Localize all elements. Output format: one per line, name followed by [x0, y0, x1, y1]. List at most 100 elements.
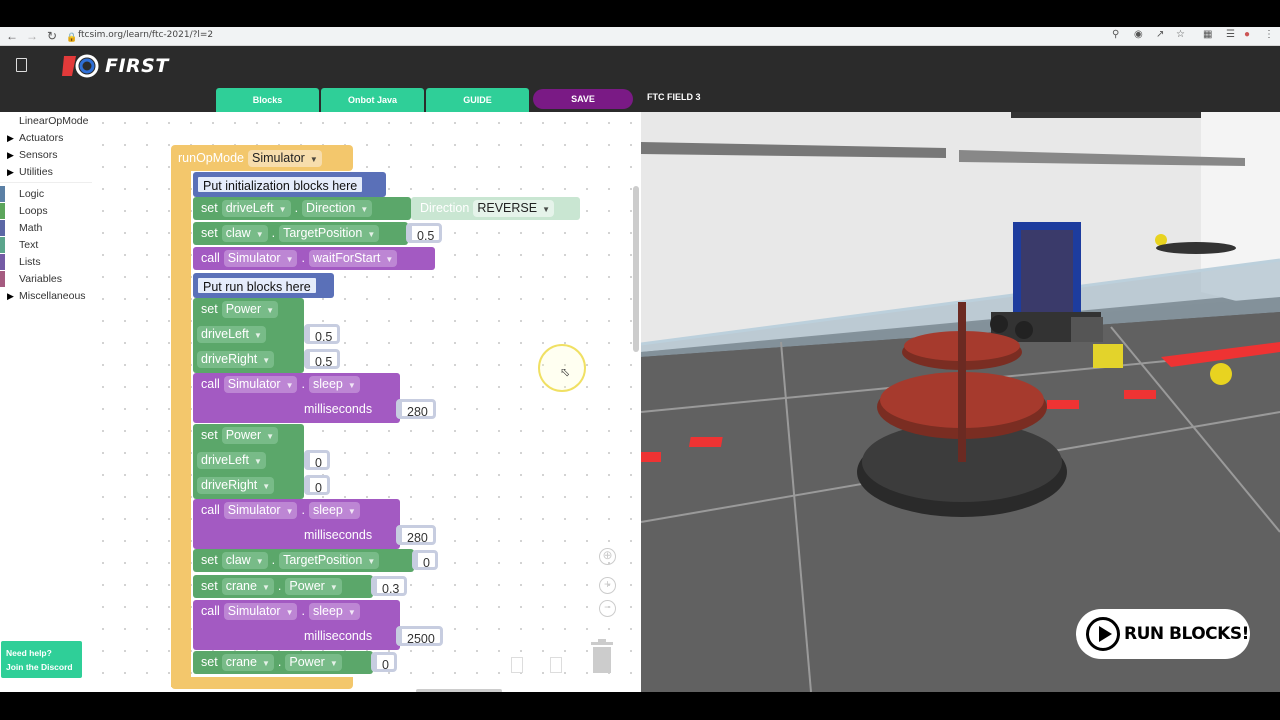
dropdown-arrow-icon: ▼ — [385, 255, 394, 264]
toolbox-category-variables[interactable]: Variables — [0, 271, 92, 287]
toolbox-category-linearopmode[interactable]: LinearOpMode — [0, 113, 92, 129]
set-crane-power-block[interactable]: set crane ▼. Power ▼ — [193, 575, 373, 598]
method-dropdown[interactable]: sleep ▼ — [308, 376, 360, 393]
property-dropdown[interactable]: Power ▼ — [221, 427, 279, 444]
toolbox-category-lists[interactable]: Lists — [0, 254, 92, 270]
set-claw-targetposition-block[interactable]: set claw ▼. TargetPosition ▼ — [193, 222, 408, 245]
call-sleep-header-1: call Simulator ▼. sleep ▼ — [193, 373, 360, 396]
workspace-vertical-scrollbar[interactable] — [633, 186, 639, 352]
run-blocks-label: RUN BLOCKS! — [1124, 624, 1249, 644]
property-dropdown[interactable]: Power ▼ — [285, 654, 342, 671]
motor-dropdown[interactable]: driveLeft ▼ — [197, 452, 266, 469]
save-button[interactable]: SAVE — [533, 89, 633, 109]
toolbox-category-label: Variables — [19, 273, 62, 285]
property-dropdown[interactable]: TargetPosition ▼ — [279, 552, 380, 569]
runopmode-block-footer — [171, 677, 353, 689]
opmode-target-dropdown[interactable]: Simulator ▼ — [248, 150, 322, 167]
dropdown-value: Simulator — [227, 377, 281, 391]
recenter-icon[interactable]: ⊕ — [599, 548, 616, 565]
motor-dropdown[interactable]: crane ▼ — [221, 654, 274, 671]
object-dropdown[interactable]: Simulator ▼ — [223, 376, 298, 393]
browser-menu-icon[interactable]: ⋮ — [1264, 29, 1274, 40]
set-driveleft-direction-block[interactable]: set driveLeft ▼. Direction ▼ — [193, 197, 411, 220]
direction-value-dropdown[interactable]: REVERSE ▼ — [473, 200, 554, 217]
reading-list-icon[interactable]: ☰ — [1226, 29, 1235, 40]
method-dropdown[interactable]: waitForStart ▼ — [308, 250, 398, 267]
extensions-icon[interactable]: ▦ — [1203, 29, 1212, 40]
forward-icon[interactable]: → — [26, 29, 38, 43]
object-dropdown[interactable]: Simulator ▼ — [223, 603, 298, 620]
method-dropdown[interactable]: sleep ▼ — [308, 603, 360, 620]
sleep-ms-value-3[interactable]: 2500 — [396, 626, 443, 646]
dropdown-value: waitForStart — [312, 251, 381, 265]
run-blocks-button[interactable]: RUN BLOCKS! — [1076, 609, 1250, 659]
help-line-1: Need help? — [6, 648, 52, 658]
init-comment-text[interactable]: Put initialization blocks here — [196, 175, 365, 194]
tab-blocks[interactable]: Blocks — [216, 88, 319, 112]
set-crane-power-block-2[interactable]: set crane ▼. Power ▼ — [193, 651, 373, 674]
tab-guide[interactable]: GUIDE — [426, 88, 529, 112]
dropdown-arrow-icon: ▼ — [285, 507, 294, 516]
crane-power-value-1[interactable]: 0.3 — [371, 576, 408, 596]
url-text[interactable]: ftcsim.org/learn/ftc-2021/?l=2 — [78, 30, 213, 40]
copy-icon[interactable] — [511, 657, 523, 673]
motor-dropdown[interactable]: crane ▼ — [221, 578, 274, 595]
motor-dropdown[interactable]: driveLeft ▼ — [197, 326, 266, 343]
dropdown-arrow-icon: ▼ — [261, 659, 270, 668]
field-selector[interactable]: FTC FIELD 3 — [647, 92, 701, 102]
motor-dropdown[interactable]: driveRight ▼ — [197, 351, 275, 368]
trash-icon[interactable] — [589, 638, 615, 674]
toolbox-category-miscellaneous[interactable]: ▶ Miscellaneous — [0, 288, 92, 304]
paste-icon[interactable] — [550, 657, 562, 673]
profile-avatar[interactable]: ● — [1244, 29, 1250, 40]
toolbox-category-actuators[interactable]: ▶ Actuators — [0, 130, 92, 146]
motor-dropdown[interactable]: driveLeft ▼ — [221, 200, 291, 217]
back-icon[interactable]: ← — [6, 29, 18, 43]
help-discord-link[interactable]: Need help? Join the Discord — [1, 641, 82, 678]
claw-value-2[interactable]: 0 — [412, 550, 438, 570]
star-icon[interactable]: ☆ — [1176, 29, 1185, 40]
toolbox-category-loops[interactable]: Loops — [0, 203, 92, 219]
set-claw-targetposition-block-2[interactable]: set claw ▼. TargetPosition ▼ — [193, 549, 414, 572]
eye-off-icon[interactable]: ◉ — [1134, 29, 1143, 40]
object-dropdown[interactable]: Simulator ▼ — [223, 502, 298, 519]
motor-dropdown[interactable]: driveRight ▼ — [197, 477, 275, 494]
zoom-out-icon[interactable]: − — [599, 600, 616, 617]
driveleft-power-value[interactable]: 0.5 — [304, 324, 341, 344]
dropdown-arrow-icon: ▼ — [367, 557, 376, 566]
run-comment-text[interactable]: Put run blocks here — [196, 276, 318, 295]
servo-dropdown[interactable]: claw ▼ — [221, 552, 268, 569]
crane-power-value-2[interactable]: 0 — [371, 652, 397, 672]
claw-init-value[interactable]: 0.5 — [406, 223, 443, 243]
toolbox-category-logic[interactable]: Logic — [0, 186, 92, 202]
method-dropdown[interactable]: sleep ▼ — [308, 502, 360, 519]
direction-value-block[interactable]: Direction REVERSE ▼ — [411, 197, 580, 220]
property-dropdown[interactable]: TargetPosition ▼ — [279, 225, 380, 242]
expand-triangle-icon: ▶ — [7, 291, 14, 301]
simulator-view[interactable] — [641, 112, 1280, 692]
sleep-ms-value-2[interactable]: 280 — [396, 525, 436, 545]
property-dropdown[interactable]: Power ▼ — [221, 301, 279, 318]
call-waitforstart-block[interactable]: call Simulator ▼. waitForStart ▼ — [193, 247, 435, 270]
driveright-power-value[interactable]: 0.5 — [304, 349, 341, 369]
share-icon[interactable]: ↗ — [1156, 29, 1164, 40]
property-dropdown[interactable]: Power ▼ — [285, 578, 342, 595]
toolbox-category-sensors[interactable]: ▶ Sensors — [0, 147, 92, 163]
dropdown-value: TargetPosition — [283, 553, 363, 567]
sleep-ms-value-1[interactable]: 280 — [396, 399, 436, 419]
object-dropdown[interactable]: Simulator ▼ — [223, 250, 298, 267]
servo-dropdown[interactable]: claw ▼ — [221, 225, 268, 242]
driveleft-power-value[interactable]: 0 — [304, 450, 330, 470]
blocks-workspace[interactable]: runOpMode Simulator ▼ Put initialization b… — [92, 112, 641, 692]
tab-onbot-java[interactable]: Onbot Java — [321, 88, 424, 112]
zoom-in-icon[interactable]: + — [599, 577, 616, 594]
reload-icon[interactable]: ↻ — [47, 29, 57, 43]
key-icon[interactable]: ⚲ — [1112, 29, 1119, 40]
driveright-power-value[interactable]: 0 — [304, 475, 330, 495]
property-dropdown[interactable]: Direction ▼ — [302, 200, 373, 217]
dropdown-value: Simulator — [227, 503, 281, 517]
toolbox-category-math[interactable]: Math — [0, 220, 92, 236]
toolbox-category-text[interactable]: Text — [0, 237, 92, 253]
toolbox-category-utilities[interactable]: ▶ Utilities — [0, 164, 92, 180]
sidebar-toggle-icon[interactable] — [16, 58, 27, 72]
